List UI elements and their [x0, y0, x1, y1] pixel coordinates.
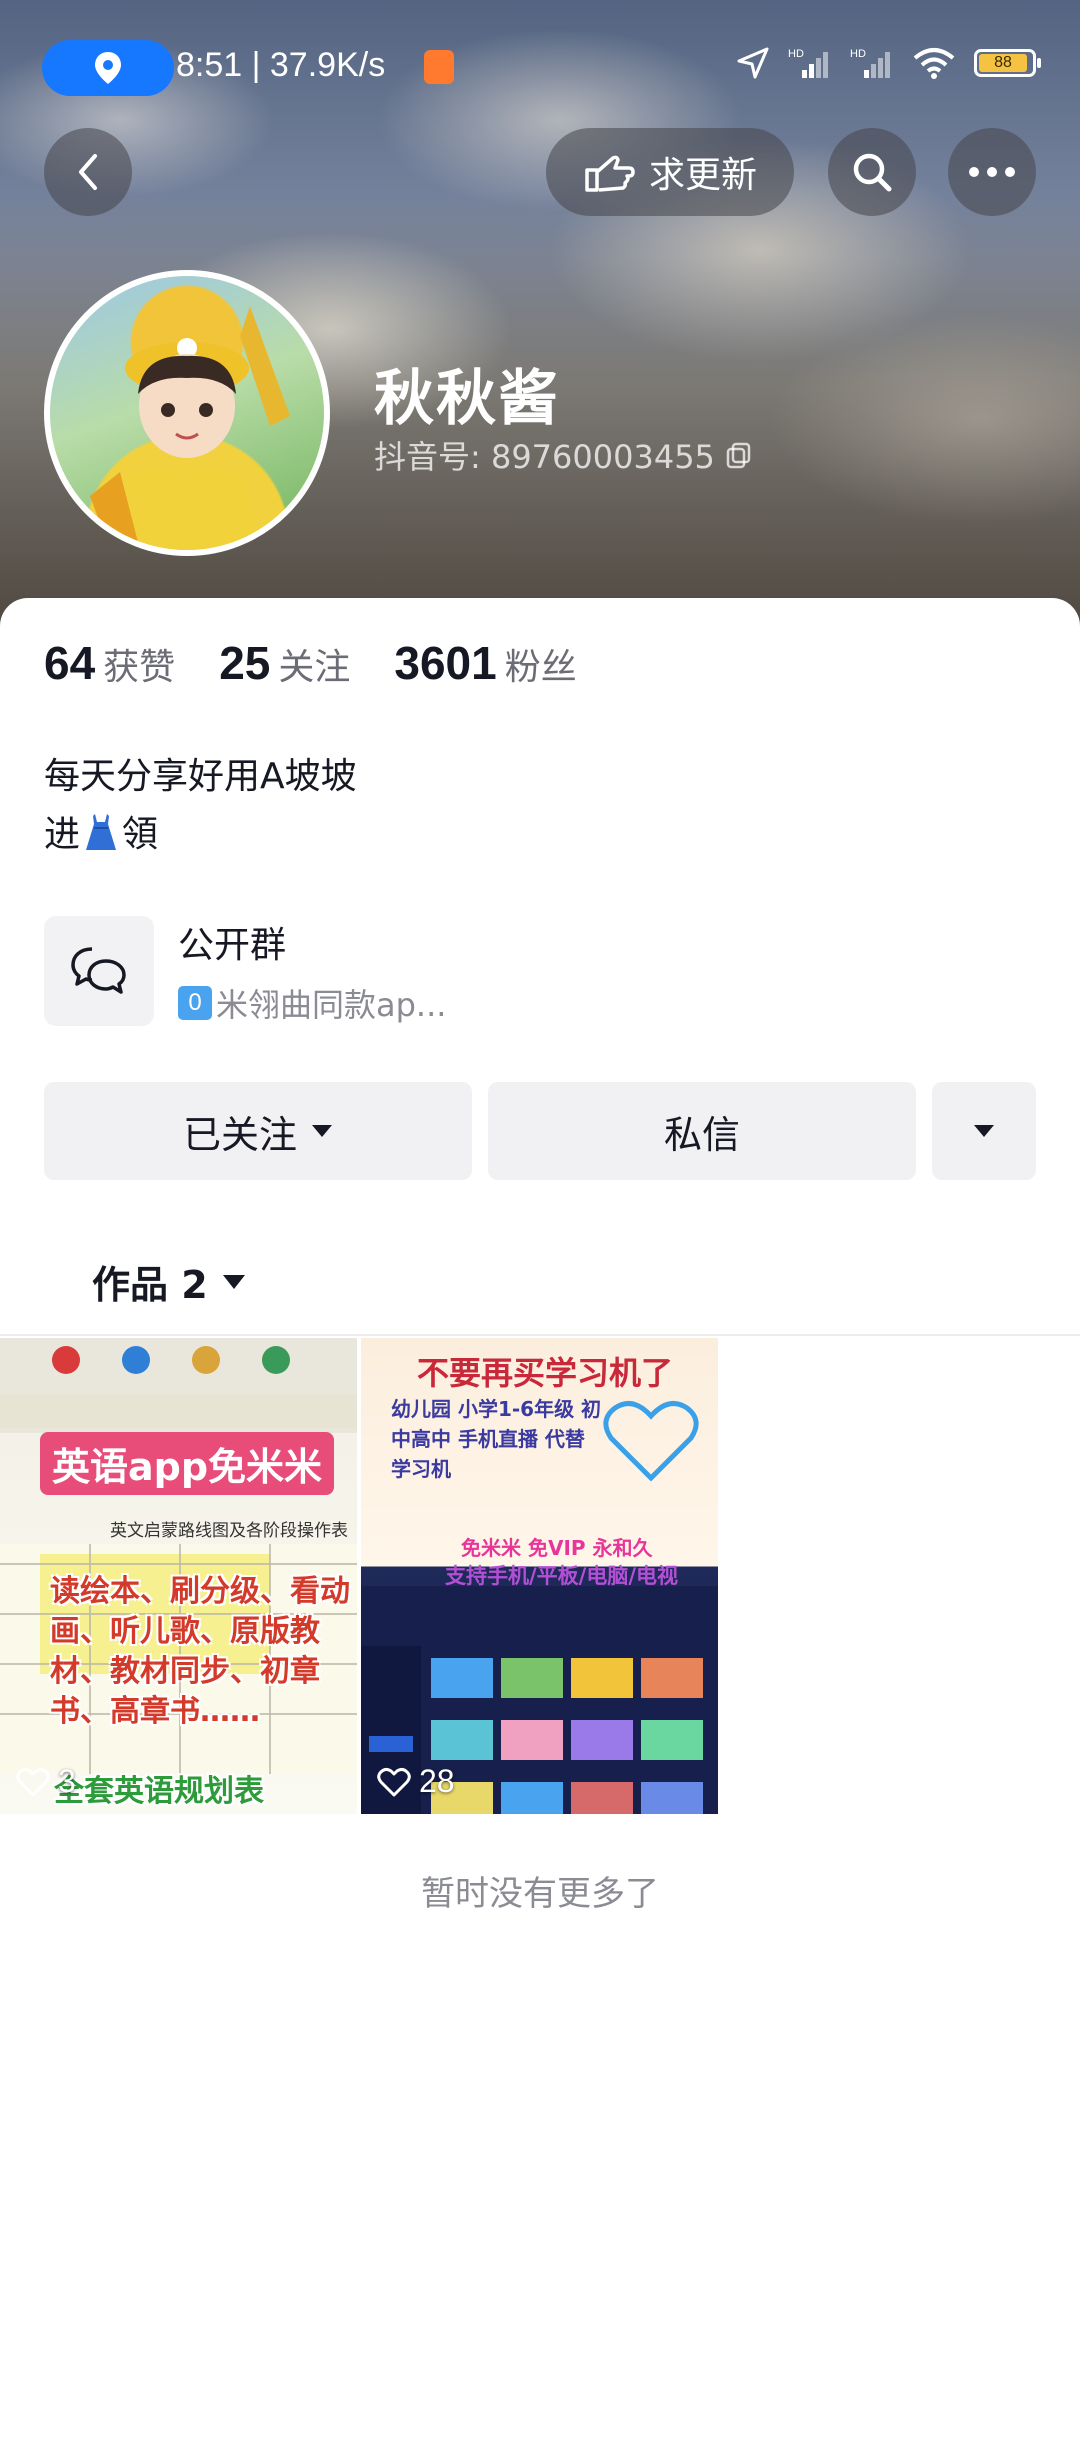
video-1-subtitle: 英文启蒙路线图及各阶段操作表	[110, 1521, 348, 1541]
bio-line-2-suffix: 領	[122, 814, 159, 855]
bio-line-2: 进 領	[44, 806, 357, 864]
signal-hd-2-icon: HD	[850, 48, 890, 78]
more-actions-button[interactable]	[932, 1082, 1036, 1180]
video-2-heart-doodle	[603, 1401, 699, 1482]
video-grid: 英语app免米米 英文启蒙路线图及各阶段操作表 读绘本、刷分级、看动画、听儿歌、…	[0, 1338, 718, 1814]
video-2-likes: 28	[377, 1763, 455, 1800]
stat-value: 25	[219, 637, 271, 689]
group-title: 公开群	[178, 925, 287, 966]
more-button[interactable]	[948, 128, 1036, 216]
douyin-id-text: 抖音号: 89760003455	[374, 438, 715, 476]
message-button[interactable]: 私信	[488, 1082, 916, 1180]
signal-hd-1-icon: HD	[788, 48, 828, 78]
avatar[interactable]	[44, 270, 330, 556]
video-2-subtitle: 幼儿园 小学1-6年级 初中高中 手机直播 代替 学习机	[391, 1397, 602, 1481]
stat-likes[interactable]: 64 获赞	[44, 636, 175, 690]
more-dots-icon	[969, 167, 1015, 177]
bio-line-1: 每天分享好用A坡坡	[44, 756, 357, 797]
video-2-likes-count: 28	[419, 1763, 455, 1799]
profile-action-buttons: 已关注 私信	[44, 1082, 1036, 1180]
stat-label: 粉丝	[504, 647, 577, 688]
search-icon	[853, 153, 892, 192]
following-button[interactable]: 已关注	[44, 1082, 472, 1180]
profile-content-card: 64获赞 25关注 3601粉丝 每天分享好用A坡坡 进 領 公开群 0	[0, 598, 1080, 2460]
request-update-button[interactable]: 求更新	[546, 128, 794, 216]
following-button-label: 已关注	[182, 1112, 297, 1157]
navigation-arrow-icon	[737, 47, 769, 79]
group-text: 公开群 0 米翎曲同款ap...	[178, 916, 446, 1026]
back-button[interactable]	[44, 128, 132, 216]
search-button[interactable]	[828, 128, 916, 216]
profile-bio: 每天分享好用A坡坡 进 領	[44, 748, 357, 864]
stat-label: 获赞	[103, 647, 176, 688]
video-thumbnail-1[interactable]: 英语app免米米 英文启蒙路线图及各阶段操作表 读绘本、刷分级、看动画、听儿歌、…	[0, 1338, 357, 1814]
avatar-illustration	[90, 306, 290, 550]
stat-label: 关注	[278, 647, 351, 688]
video-1-likes-count: 3	[58, 1763, 76, 1799]
svg-text:HD: HD	[788, 48, 804, 60]
caret-down-icon	[312, 1125, 332, 1137]
svg-text:HD: HD	[850, 48, 866, 60]
wifi-icon	[913, 48, 955, 79]
group-icon-box	[44, 916, 154, 1026]
dress-emoji-icon	[86, 814, 117, 850]
video-1-body: 读绘本、刷分级、看动画、听儿歌、原版教材、教材同步、初章书、高章书……	[50, 1574, 350, 1729]
battery-icon: 88	[974, 49, 1041, 77]
profile-stats: 64 获赞 25 关注 3601 粉丝	[44, 636, 577, 690]
tab-divider	[0, 1334, 1080, 1336]
group-subtitle: 米翎曲同款ap...	[216, 986, 447, 1024]
heart-outline-icon	[377, 1767, 411, 1796]
keycap-zero-icon: 0	[178, 986, 212, 1020]
location-pin-icon	[95, 52, 121, 84]
chevron-left-icon	[79, 154, 97, 190]
stat-value: 64	[44, 637, 96, 689]
stat-followers[interactable]: 3601 粉丝	[394, 636, 576, 690]
video-1-likes: 3	[16, 1763, 76, 1800]
video-thumbnail-2[interactable]: 不要再买学习机了 幼儿园 小学1-6年级 初中高中 手机直播 代替 学习机 免米…	[361, 1338, 718, 1814]
video-2-title: 不要再买学习机了	[417, 1354, 674, 1392]
works-tab-label: 作品 2	[92, 1263, 208, 1307]
tab-works[interactable]: 作品 2	[92, 1254, 246, 1309]
video-2-body: 免米米 免VIP 永和久	[461, 1536, 653, 1560]
public-group-entry[interactable]: 公开群 0 米翎曲同款ap...	[44, 916, 446, 1026]
douyin-id: 抖音号: 89760003455	[374, 432, 753, 478]
status-bar: 8:51 | 37.9K/s HD HD 88	[0, 36, 1080, 100]
profile-name: 秋秋酱	[374, 364, 560, 434]
caret-down-icon	[222, 1274, 245, 1289]
video-1-title: 英语app免米米	[40, 1432, 335, 1495]
chat-bubbles-icon	[71, 947, 126, 994]
pointing-hand-icon	[585, 155, 635, 192]
status-icons: HD HD 88	[736, 46, 1041, 80]
status-time-speed: 8:51 | 37.9K/s	[176, 46, 386, 84]
request-update-label: 求更新	[648, 155, 757, 196]
caret-down-icon	[974, 1125, 994, 1137]
video-1-app-icons-row	[0, 1346, 357, 1428]
group-subtitle-row: 0 米翎曲同款ap...	[178, 980, 446, 1026]
notification-app-icon	[424, 50, 454, 84]
stat-following[interactable]: 25 关注	[219, 636, 350, 690]
bio-line-2-prefix: 进	[44, 814, 81, 855]
no-more-content-text: 暂时没有更多了	[421, 1874, 659, 1914]
message-button-label: 私信	[663, 1112, 740, 1157]
video-1-bottom-title: 全套英语规划表	[54, 1774, 264, 1809]
copy-icon[interactable]	[725, 441, 753, 469]
battery-level: 88	[979, 54, 1027, 72]
location-indicator	[42, 40, 174, 96]
stat-value: 3601	[394, 637, 497, 689]
heart-outline-icon	[16, 1767, 50, 1796]
